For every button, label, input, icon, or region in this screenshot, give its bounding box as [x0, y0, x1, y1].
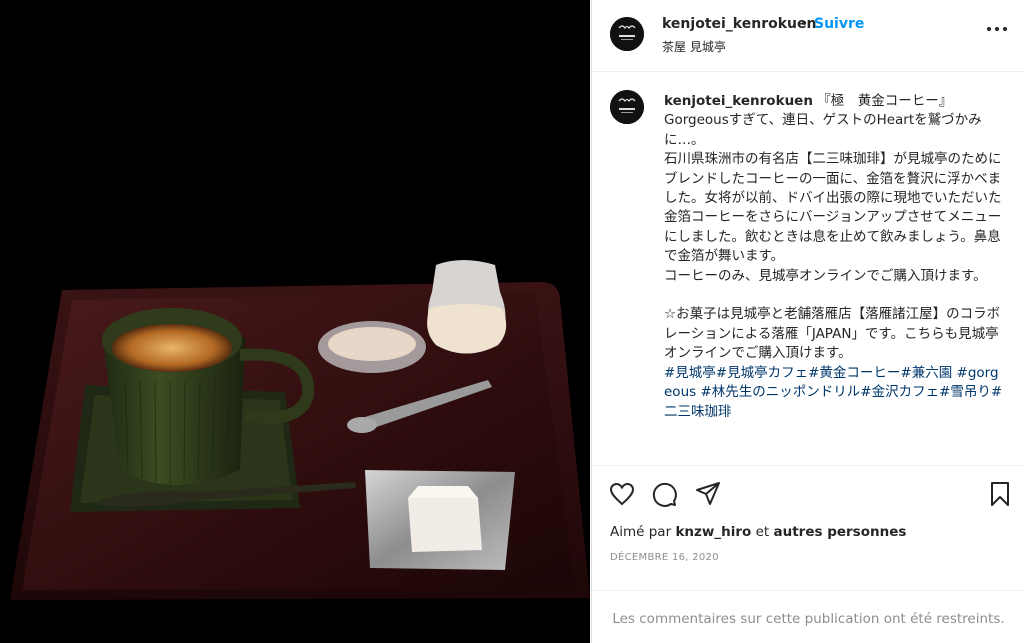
caption-paragraph-3: ☆お菓子は見城亭と老舗落雁店【落雁諸江屋】のコラボレーションによる落雁「JAPA…	[664, 306, 1001, 362]
follow-button[interactable]: Suivre	[814, 16, 864, 32]
post-date[interactable]: DÉCEMBRE 16, 2020	[610, 552, 719, 563]
likes-others-link[interactable]: autres personnes	[773, 524, 906, 540]
kenjotei-logo-icon	[610, 90, 644, 124]
caption-line1: 『極 黄金コーヒー』	[817, 93, 953, 109]
caption-hashtags[interactable]: #見城亭#見城亭カフェ#黄金コーヒー#兼六園 #gorgeous #林先生のニッ…	[664, 364, 1006, 422]
comments-restricted-notice: Les commentaires sur cette publication o…	[592, 590, 1024, 643]
header-username[interactable]: kenjotei_kenrokuen	[662, 16, 816, 32]
caption-section: kenjotei_kenrokuen 『極 黄金コーヒー』 Gorgeousすぎ…	[592, 73, 1024, 465]
caption-text: kenjotei_kenrokuen 『極 黄金コーヒー』 Gorgeousすぎ…	[664, 92, 1006, 422]
caption-paragraph-1: 石川県珠洲市の有名店【二三味珈琲】が見城亭のためにブレンドしたコーヒーの一面に、…	[664, 151, 1002, 265]
kenjotei-logo-icon	[610, 17, 644, 51]
post-header: kenjotei_kenrokuen • Suivre 茶屋 見城亭	[592, 0, 1024, 72]
restricted-text: Les commentaires sur cette publication o…	[612, 611, 1005, 627]
likes-prefix: Aimé par	[610, 524, 672, 540]
likes-middle: et	[755, 524, 770, 540]
share-icon[interactable]	[694, 480, 722, 508]
coffee-tray-photo	[10, 260, 590, 600]
header-separator: •	[800, 16, 809, 32]
caption-line2: Gorgeousすぎて、連日、ゲストのHeartを鷲づかみに…。	[664, 112, 982, 148]
avatar[interactable]	[610, 17, 644, 51]
post-side-panel: kenjotei_kenrokuen • Suivre 茶屋 見城亭 kenjo…	[591, 0, 1024, 643]
caption-avatar[interactable]	[610, 90, 644, 124]
heart-icon[interactable]	[608, 480, 636, 508]
comment-icon[interactable]	[650, 480, 678, 508]
likes-summary: Aimé par knzw_hiro et autres personnes	[610, 524, 906, 540]
caption-paragraph-2: コーヒーのみ、見城亭オンラインでご購入頂けます。	[664, 267, 987, 284]
post-image[interactable]	[0, 0, 590, 643]
likes-user[interactable]: knzw_hiro	[675, 524, 751, 540]
action-bar	[592, 465, 1024, 521]
more-options-icon[interactable]	[986, 22, 1008, 42]
caption-username[interactable]: kenjotei_kenrokuen	[664, 93, 813, 109]
header-location[interactable]: 茶屋 見城亭	[662, 38, 726, 55]
bookmark-icon[interactable]	[986, 480, 1014, 508]
